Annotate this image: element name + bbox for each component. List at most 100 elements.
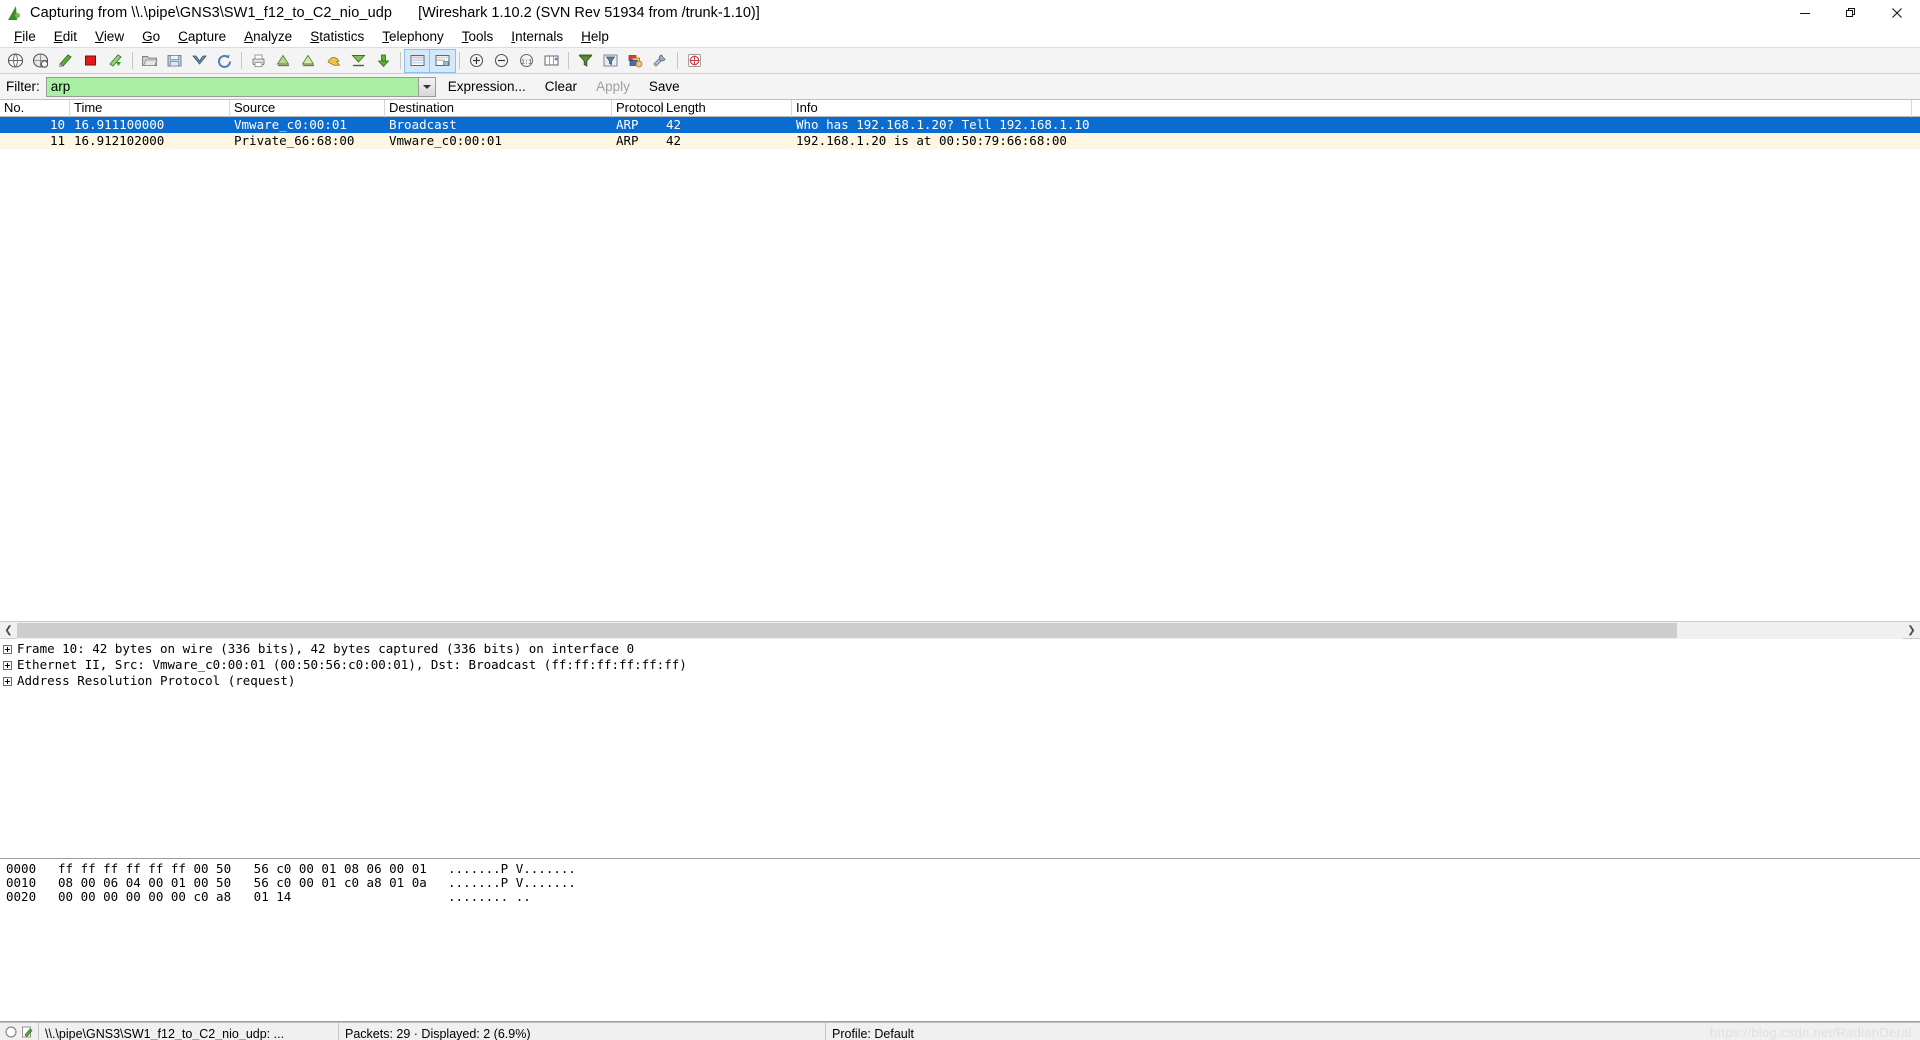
column-header-info[interactable]: Info [792,100,1912,117]
main-toolbar: 1:1 [0,48,1920,74]
packet-list-header[interactable]: No. Time Source Destination Protocol Length In… [0,100,1920,117]
scrollbar-thumb[interactable] [17,622,1677,638]
table-row[interactable]: 10 16.911100000 Vmware_c0:00:01 Broadcast AR… [0,117,1920,133]
status-bar: \\.\pipe\GNS3\SW1_f12_to_C2_nio_udp: ...… [0,1022,1920,1040]
detail-tree-item[interactable]: Address Resolution Protocol (request) [0,673,1920,689]
menu-file[interactable]: File [5,27,45,46]
cell-info: 192.168.1.20 is at 00:50:79:66:68:00 [796,133,1067,148]
hex-bytes: ff ff ff ff ff ff 00 50 56 c0 00 01 08 0… [58,861,427,876]
menu-telephony[interactable]: Telephony [373,27,453,46]
zoom-out-icon[interactable] [489,50,514,72]
cell-info: Who has 192.168.1.20? Tell 192.168.1.10 [796,117,1090,132]
menu-help[interactable]: Help [572,27,618,46]
cell-destination: Broadcast [389,117,457,132]
status-icons [0,1023,38,1040]
filter-input[interactable] [46,77,418,96]
start-capture-icon[interactable] [53,50,78,72]
save-file-icon[interactable] [162,50,187,72]
column-header-source[interactable]: Source [230,100,385,117]
menu-tools[interactable]: Tools [453,27,503,46]
hex-dump-row[interactable]: 0010 08 00 06 04 00 01 00 50 56 c0 00 01 … [0,876,1920,890]
status-profile: Profile: Default [825,1023,1920,1040]
capture-file-icon[interactable] [21,1026,33,1040]
status-packet-counts: Packets: 29 · Displayed: 2 (6.9%) [338,1023,825,1040]
menu-capture[interactable]: Capture [169,27,235,46]
detail-tree-item[interactable]: Frame 10: 42 bytes on wire (336 bits), 4… [0,641,1920,657]
close-icon[interactable] [1874,0,1920,26]
print-icon[interactable] [246,50,271,72]
capture-options-icon[interactable] [28,50,53,72]
column-header-protocol[interactable]: Protocol [612,100,664,117]
detail-tree-item[interactable]: Ethernet II, Src: Vmware_c0:00:01 (00:50… [0,657,1920,673]
svg-text:1:1: 1:1 [521,59,532,66]
clear-filter-button[interactable]: Clear [538,77,584,96]
save-filter-button[interactable]: Save [642,77,687,96]
toolbar-separator [568,52,569,69]
expand-plus-icon[interactable] [3,676,12,686]
menu-view[interactable]: View [86,27,133,46]
chevron-down-icon[interactable] [417,77,435,96]
go-back-icon[interactable] [296,50,321,72]
expert-info-circle-icon[interactable] [5,1026,17,1040]
resize-columns-icon[interactable] [539,50,564,72]
chevron-right-icon[interactable]: ❯ [1903,622,1920,639]
display-filters-icon[interactable] [598,50,623,72]
filter-combobox[interactable] [45,76,436,97]
chevron-left-icon[interactable]: ❮ [0,622,17,639]
cell-no-: 11 [49,133,65,148]
column-header-time[interactable]: Time [70,100,230,117]
packet-details-pane[interactable]: Frame 10: 42 bytes on wire (336 bits), 4… [0,639,1920,859]
restart-capture-icon[interactable] [103,50,128,72]
menu-go[interactable]: Go [133,27,169,46]
colorize-icon[interactable] [429,48,456,73]
packet-list-hscrollbar[interactable]: ❮ ❯ [0,621,1920,639]
preferences-icon[interactable] [648,50,673,72]
column-header-destination[interactable]: Destination [385,100,612,117]
apply-filter-button[interactable]: Apply [589,77,637,96]
column-header-length[interactable]: Length [662,100,792,117]
cell-length: 42 [666,133,682,148]
packet-list-pane[interactable]: No. Time Source Destination Protocol Length In… [0,100,1920,622]
hex-bytes: 00 00 00 00 00 00 c0 a8 01 14 [58,889,292,904]
expand-plus-icon[interactable] [3,660,12,670]
go-to-packet-icon[interactable] [346,50,371,72]
minimize-icon[interactable] [1782,0,1828,26]
detail-tree-label: Ethernet II, Src: Vmware_c0:00:01 (00:50… [17,657,687,672]
detail-tree-label: Frame 10: 42 bytes on wire (336 bits), 4… [17,641,635,656]
expression-button[interactable]: Expression... [441,77,533,96]
packet-list-rows[interactable]: 10 16.911100000 Vmware_c0:00:01 Broadcast AR… [0,117,1920,149]
restore-icon[interactable] [1828,0,1874,26]
find-packet-icon[interactable] [271,50,296,72]
capture-filters-icon[interactable] [573,50,598,72]
cell-protocol: ARP [616,117,639,132]
cell-source: Private_66:68:00 [234,133,355,148]
reload-icon[interactable] [212,50,237,72]
close-file-icon[interactable] [187,50,212,72]
go-forward-icon[interactable] [321,50,346,72]
menu-edit[interactable]: Edit [45,27,86,46]
autoscroll-icon[interactable] [404,48,431,73]
expand-plus-icon[interactable] [3,644,12,654]
open-file-icon[interactable] [137,50,162,72]
go-to-last-icon[interactable] [371,50,396,72]
packet-bytes-pane[interactable]: 0000 ff ff ff ff ff ff 00 50 56 c0 00 01 … [0,859,1920,1022]
menu-analyze[interactable]: Analyze [235,27,301,46]
hex-dump-row[interactable]: 0000 ff ff ff ff ff ff 00 50 56 c0 00 01 … [0,862,1920,876]
zoom-reset-icon[interactable]: 1:1 [514,50,539,72]
column-header-no-[interactable]: No. [0,100,70,117]
toolbar-separator [677,52,678,69]
menu-internals[interactable]: Internals [502,27,572,46]
zoom-in-icon[interactable] [464,50,489,72]
interfaces-icon[interactable] [3,50,28,72]
window-title: Capturing from \\.\pipe\GNS3\SW1_f12_to_… [30,5,393,21]
cell-time: 16.911100000 [74,117,165,132]
menu-statistics[interactable]: Statistics [301,27,373,46]
help-icon[interactable] [682,50,707,72]
table-row[interactable]: 11 16.912102000 Private_66:68:00 Vmware_c0:… [0,133,1920,149]
hex-bytes: 08 00 06 04 00 01 00 50 56 c0 00 01 c0 a… [58,875,427,890]
stop-capture-icon[interactable] [78,50,103,72]
coloring-rules-icon[interactable] [623,50,648,72]
window-version: [Wireshark 1.10.2 (SVN Rev 51934 from /t… [418,5,760,21]
scrollbar-track[interactable] [17,621,1903,639]
hex-dump-row[interactable]: 0020 00 00 00 00 00 00 c0 a8 01 14.......… [0,890,1920,904]
